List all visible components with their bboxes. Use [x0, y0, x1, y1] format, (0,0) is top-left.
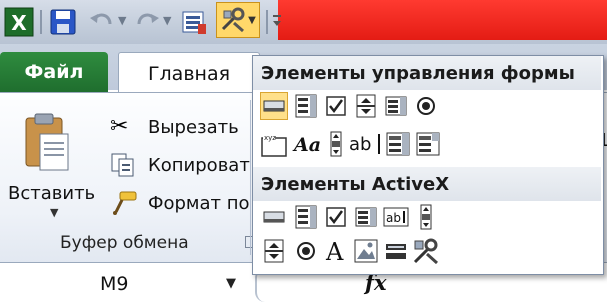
form-group-box-icon[interactable]: xyz: [260, 130, 288, 158]
paste-dropdown-icon[interactable]: ▼: [50, 206, 58, 219]
activex-checkbox-icon[interactable]: [322, 203, 350, 231]
redo-icon[interactable]: [133, 8, 161, 34]
form-scroll-bar-icon[interactable]: [322, 130, 350, 158]
svg-text:A: A: [325, 238, 344, 264]
tab-home[interactable]: Главная: [118, 52, 260, 95]
insert-controls-button[interactable]: ▼: [216, 2, 260, 38]
svg-text:ab: ab: [349, 134, 371, 155]
redo-dropdown-icon[interactable]: ▼: [163, 14, 171, 27]
copy-icon[interactable]: [110, 152, 136, 182]
form-combo-box-icon[interactable]: [292, 92, 320, 120]
form-text-field-icon[interactable]: ab: [348, 130, 382, 158]
form-combo-list-edit-icon[interactable]: [384, 130, 412, 158]
undo-dropdown-icon[interactable]: ▼: [118, 14, 126, 27]
activex-more-controls-icon[interactable]: [412, 237, 440, 265]
format-painter-button[interactable]: Формат по: [148, 193, 250, 214]
activex-spin-button-icon[interactable]: [260, 237, 288, 265]
svg-text:Aa: Aa: [292, 134, 320, 156]
form-controls-header: Элементы управления формы: [253, 56, 601, 90]
format-painter-icon[interactable]: [110, 190, 138, 220]
form-label-icon[interactable]: Aa: [292, 130, 320, 158]
svg-text:X: X: [11, 11, 27, 35]
form-spin-button-icon[interactable]: [352, 92, 380, 120]
clipboard-group-label: Буфер обмена: [60, 233, 189, 253]
undo-icon[interactable]: [88, 8, 116, 34]
paste-button[interactable]: Вставить: [8, 183, 95, 204]
form-list-box-icon[interactable]: [382, 92, 410, 120]
customize-toolbar-icon[interactable]: [270, 8, 284, 34]
paste-icon[interactable]: [22, 112, 72, 178]
tab-file[interactable]: Файл: [0, 52, 108, 92]
form-option-button-icon[interactable]: [412, 92, 440, 120]
activex-option-button-icon[interactable]: [292, 237, 320, 265]
save-icon[interactable]: [48, 7, 78, 37]
title-bar-highlight: [278, 0, 607, 40]
group-divider: [250, 100, 251, 255]
form-checkbox-icon[interactable]: [322, 92, 350, 120]
tools-icon: [222, 7, 245, 33]
activex-scroll-bar-icon[interactable]: [412, 203, 440, 231]
form-button-control-icon[interactable]: [260, 92, 288, 120]
scissors-icon[interactable]: ✂: [110, 114, 128, 139]
chevron-down-icon: ▼: [248, 14, 256, 26]
activex-toggle-button-icon[interactable]: [382, 237, 410, 265]
activex-combo-box-icon[interactable]: [292, 203, 320, 231]
activex-image-icon[interactable]: [352, 237, 380, 265]
name-box-dropdown-icon[interactable]: ▼: [226, 276, 236, 291]
activex-list-box-icon[interactable]: [352, 203, 380, 231]
toolbar-divider: [40, 10, 42, 34]
activex-command-button-icon[interactable]: [260, 203, 288, 231]
cut-button[interactable]: Вырезать: [148, 117, 239, 138]
svg-text:ab: ab: [386, 211, 401, 225]
toolbar-divider: [266, 10, 268, 34]
activex-header: Элементы ActiveX: [253, 167, 601, 201]
copy-button[interactable]: Копироват: [148, 155, 250, 176]
activex-label-icon[interactable]: A: [322, 237, 350, 265]
excel-logo-icon[interactable]: X: [4, 7, 34, 37]
form-icon[interactable]: [180, 8, 208, 36]
svg-text:xyz: xyz: [264, 134, 276, 142]
activex-text-box-icon[interactable]: ab: [382, 203, 410, 231]
form-combo-drop-down-edit-icon[interactable]: [414, 130, 442, 158]
name-box-value: M9: [100, 273, 129, 295]
